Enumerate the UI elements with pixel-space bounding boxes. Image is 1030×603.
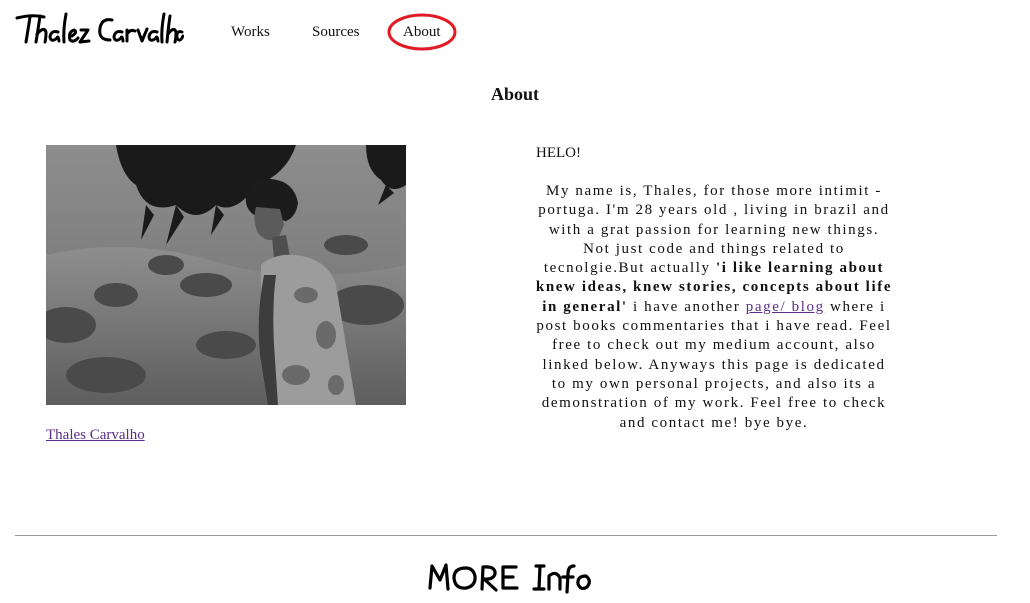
about-middle: i have another bbox=[627, 298, 746, 315]
about-paragraph: My name is, Thales, for those more intim… bbox=[535, 182, 893, 433]
nav-about-link[interactable]: About bbox=[403, 24, 441, 41]
nav-works-link[interactable]: Works bbox=[231, 24, 270, 41]
page-title: About bbox=[490, 84, 539, 104]
site-logo[interactable] bbox=[14, 8, 184, 50]
greeting-text: HELO! bbox=[536, 145, 581, 161]
profile-photo bbox=[46, 145, 406, 405]
nav-sources-link[interactable]: Sources bbox=[312, 24, 360, 41]
about-outro: where i post books commentaries that i h… bbox=[536, 298, 892, 431]
section-divider bbox=[15, 535, 997, 536]
page: Works Sources About About Thales Carvalh… bbox=[0, 0, 1030, 603]
more-info-heading bbox=[428, 563, 591, 594]
blog-link[interactable]: page/ blog bbox=[746, 299, 825, 315]
photo-caption-link[interactable]: Thales Carvalho bbox=[46, 427, 145, 444]
